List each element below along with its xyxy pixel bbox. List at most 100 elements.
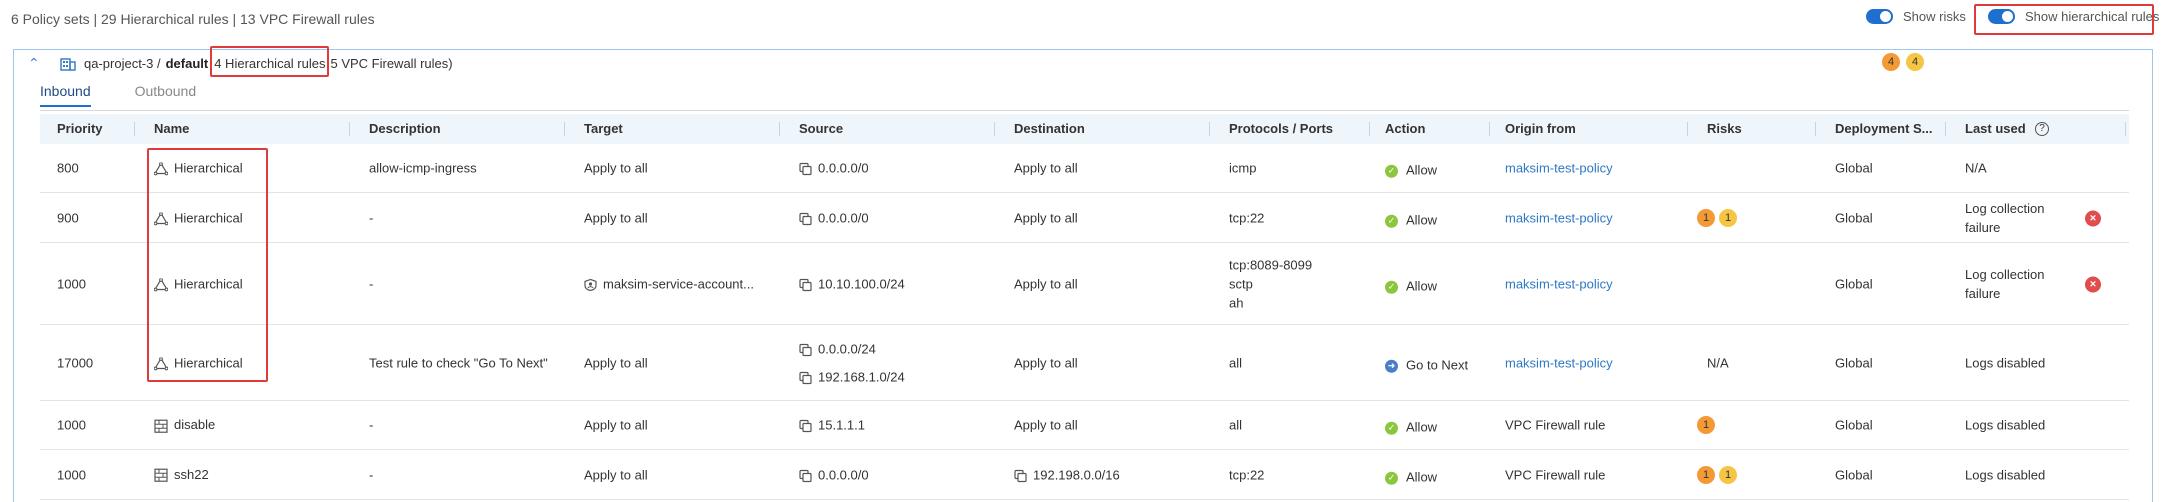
risk-badge: 4 xyxy=(1906,53,1924,71)
table-row[interactable]: 800 Hierarchical allow-icmp-ingress Apply t… xyxy=(40,144,2129,193)
destination-text: 192.198.0.0/16 xyxy=(1033,466,1120,482)
column-header[interactable]: Risks xyxy=(1707,114,1742,144)
error-indicator[interactable]: × xyxy=(2085,209,2101,226)
error-icon[interactable]: × xyxy=(2085,276,2101,292)
column-header[interactable]: Description xyxy=(369,114,441,144)
copy-icon[interactable] xyxy=(799,210,818,225)
description-text: - xyxy=(369,276,374,291)
check-icon: ✓ xyxy=(1385,280,1398,294)
source-cell: 15.1.1.1 xyxy=(799,416,865,435)
column-header[interactable]: Priority xyxy=(57,114,103,144)
tab-inbound[interactable]: Inbound xyxy=(40,83,91,107)
deployment-text: Global xyxy=(1835,210,1873,225)
column-separator[interactable] xyxy=(779,122,780,136)
column-header[interactable]: Deployment S... xyxy=(1835,114,1933,144)
risks-cell[interactable]: 11 xyxy=(1697,208,1737,227)
risks-text: N/A xyxy=(1707,355,1729,370)
column-header[interactable]: Destination xyxy=(1014,114,1085,144)
column-separator[interactable] xyxy=(1687,122,1688,136)
deployment-cell: Global xyxy=(1835,161,1873,176)
copy-icon[interactable] xyxy=(799,467,818,482)
action-cell: ➜ Go to Next xyxy=(1385,357,1468,373)
origin-cell[interactable]: maksim-test-policy xyxy=(1505,276,1613,291)
table-row[interactable]: 1000 ssh22 - Apply to all 0.0.0.0/0 192.198.0… xyxy=(40,450,2129,500)
origin-cell[interactable]: maksim-test-policy xyxy=(1505,161,1613,176)
risk-badge[interactable]: 1 xyxy=(1697,416,1715,434)
error-icon[interactable]: × xyxy=(2085,210,2101,226)
last-used-text: Log collection xyxy=(1965,266,2045,282)
column-separator[interactable] xyxy=(2125,122,2126,136)
last-used-text: Log collection xyxy=(1965,200,2045,216)
direction-tabs: Inbound Outbound xyxy=(40,83,240,107)
risk-badge[interactable]: 1 xyxy=(1719,465,1737,484)
column-separator[interactable] xyxy=(134,122,135,136)
chevron-up-icon[interactable]: ⌃ xyxy=(28,55,48,72)
column-header[interactable]: Last used xyxy=(1965,114,2026,144)
origin-cell: VPC Firewall rule xyxy=(1505,418,1605,433)
tab-outbound[interactable]: Outbound xyxy=(135,83,197,107)
copy-icon[interactable] xyxy=(1014,467,1033,482)
origin-cell[interactable]: maksim-test-policy xyxy=(1505,210,1613,225)
target-cell: Apply to all xyxy=(584,210,648,225)
table-row[interactable]: 900 Hierarchical - Apply to all 0.0.0.0/0 App… xyxy=(40,193,2129,243)
priority-cell: 900 xyxy=(57,210,79,225)
help-circle-icon[interactable]: ? xyxy=(2035,122,2049,136)
origin-cell[interactable]: maksim-test-policy xyxy=(1505,355,1613,370)
toggle-switch[interactable] xyxy=(1866,9,1893,24)
action-text: Allow xyxy=(1406,278,1438,294)
action-text: Allow xyxy=(1406,419,1438,435)
risk-badge[interactable]: 1 xyxy=(1697,208,1715,227)
column-separator[interactable] xyxy=(1945,122,1946,136)
error-indicator[interactable]: × xyxy=(2085,275,2101,292)
copy-icon[interactable] xyxy=(799,276,818,291)
column-separator[interactable] xyxy=(564,122,565,136)
column-header[interactable]: Action xyxy=(1385,114,1425,144)
column-header[interactable]: Source xyxy=(799,114,843,144)
risk-badge[interactable]: 1 xyxy=(1719,208,1737,227)
risks-cell[interactable]: 1 xyxy=(1697,416,1715,434)
copy-icon[interactable] xyxy=(799,418,818,433)
risk-badge[interactable]: 1 xyxy=(1697,465,1715,484)
deployment-cell: Global xyxy=(1835,210,1873,225)
table-row[interactable]: 1000 Hierarchical - maksim-service-account.… xyxy=(40,243,2129,325)
priority-cell: 800 xyxy=(57,161,79,176)
destination-text: Apply to all xyxy=(1014,417,1078,433)
last-used-text: Logs disabled xyxy=(1965,355,2046,370)
column-separator[interactable] xyxy=(994,122,995,136)
column-header[interactable]: Name xyxy=(154,114,189,144)
origin-text: maksim-test-policy xyxy=(1505,355,1613,370)
project-risk-badges: 4 4 xyxy=(1882,53,1924,71)
protocols-cell: tcp:8089-8099 sctp ah xyxy=(1229,255,1312,312)
source-cell: 10.10.100.0/24 xyxy=(799,274,905,293)
name-cell[interactable]: ssh22 xyxy=(154,467,209,483)
table-row[interactable]: 17000 Hierarchical Test rule to check "Go … xyxy=(40,325,2129,401)
column-header[interactable]: Target xyxy=(584,114,623,144)
copy-icon[interactable] xyxy=(799,341,818,356)
destination-cell: Apply to all xyxy=(1014,355,1078,370)
target-text: maksim-service-account... xyxy=(603,275,754,291)
column-header[interactable]: Protocols / Ports xyxy=(1229,114,1333,144)
deployment-cell: Global xyxy=(1835,276,1873,291)
copy-icon[interactable] xyxy=(799,161,818,176)
name-cell[interactable]: disable xyxy=(154,417,215,433)
column-separator[interactable] xyxy=(349,122,350,136)
destination-cell: 192.198.0.0/16 xyxy=(1014,467,1120,482)
description-cell: - xyxy=(369,210,373,225)
column-separator[interactable] xyxy=(1815,122,1816,136)
protocol-value: tcp:22 xyxy=(1229,467,1265,482)
column-separator[interactable] xyxy=(1369,122,1370,136)
column-header[interactable]: Origin from xyxy=(1505,114,1576,144)
last-used-text: Logs disabled xyxy=(1965,467,2046,482)
copy-icon[interactable] xyxy=(799,369,818,384)
description-text: allow-icmp-ingress xyxy=(369,160,477,176)
target-cell: Apply to all xyxy=(584,355,648,370)
column-separator[interactable] xyxy=(1489,122,1490,136)
column-separator[interactable] xyxy=(1209,122,1210,136)
target-text: Apply to all xyxy=(584,355,648,370)
check-icon: ✓ xyxy=(1385,421,1398,435)
table-row[interactable]: 1000 disable - Apply to all 15.1.1.1 Apply to… xyxy=(40,401,2129,450)
source-cell: 0.0.0.0/24 192.168.1.0/24 xyxy=(799,339,905,386)
rule-name: disable xyxy=(174,417,216,433)
show-risks-toggle[interactable]: Show risks xyxy=(1866,9,1966,24)
risks-cell[interactable]: 11 xyxy=(1697,465,1737,484)
